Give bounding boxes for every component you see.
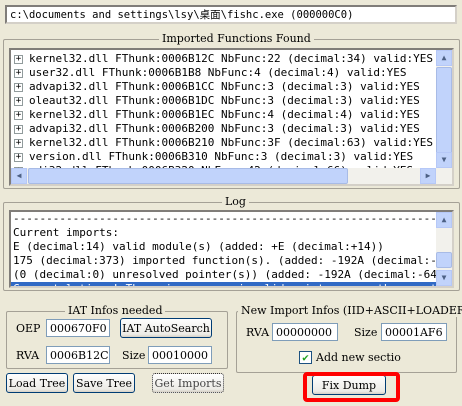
expand-plus-icon[interactable]: + [14,153,23,162]
imports-tree[interactable]: + kernel32.dll FThunk:0006B12C NbFunc:22 … [9,48,454,186]
scroll-thumb[interactable] [28,168,348,184]
iat-size-input[interactable]: 00010000 [148,346,212,364]
iat-rva-input[interactable]: 0006B12C [46,346,110,364]
import-tree-item-label: version.dll FThunk:0006B310 NbFunc:3 (de… [29,150,414,163]
imports-group-title: Imported Functions Found [159,32,314,45]
iat-group-title: IAT Infos needed [65,304,166,317]
import-tree-item[interactable]: + oleaut32.dll FThunk:0006B1DC NbFunc:3 (… [11,94,436,108]
scroll-left-icon[interactable]: ◀ [11,168,27,184]
log-lines: ----------------------------------------… [11,212,436,286]
expand-plus-icon[interactable]: + [14,111,23,120]
imports-tree-rows: + kernel32.dll FThunk:0006B12C NbFunc:22 … [11,52,436,168]
scroll-right-icon[interactable]: ▶ [420,168,436,184]
import-tree-item[interactable]: + version.dll FThunk:0006B310 NbFunc:3 (d… [11,150,436,164]
log-vertical-scrollbar[interactable]: ▲ ▼ [436,212,452,286]
save-tree-button[interactable]: Save Tree [73,373,135,393]
import-tree-item-label: user32.dll FThunk:0006B1B8 NbFunc:4 (dec… [29,66,407,79]
import-tree-item-label: kernel32.dll FThunk:0006B210 NbFunc:3F (… [29,136,433,149]
scroll-thumb[interactable] [436,67,452,155]
import-tree-item-label: kernel32.dll FThunk:0006B1EC NbFunc:4 (d… [29,108,420,121]
add-section-label: Add new sectio [316,351,401,364]
scroll-down-icon[interactable]: ▼ [436,270,452,286]
import-tree-item[interactable]: + user32.dll FThunk:0006B1B8 NbFunc:4 (de… [11,66,436,80]
scroll-down-icon[interactable]: ▼ [436,152,452,168]
iat-autosearch-button[interactable]: IAT AutoSearch [120,318,212,338]
log-group-title: Log [222,195,249,208]
import-tree-item-label: kernel32.dll FThunk:0006B12C NbFunc:22 (… [29,52,433,65]
scroll-up-icon[interactable]: ▲ [436,50,452,66]
import-tree-item[interactable]: + advapi32.dll FThunk:0006B1CC NbFunc:3 (… [11,80,436,94]
oep-input[interactable]: 000670F0 [46,319,110,337]
imports-vertical-scrollbar[interactable]: ▲ ▼ [436,50,452,168]
new-import-size-input[interactable]: 00001AF6 [381,323,447,341]
log-line[interactable]: Congratulations! There is no more invali… [11,282,436,286]
expand-plus-icon[interactable]: + [14,139,23,148]
new-import-rva-input[interactable]: 00000000 [272,323,338,341]
expand-plus-icon[interactable]: + [14,55,23,64]
get-imports-button[interactable]: Get Imports [152,373,224,393]
import-tree-item[interactable]: + kernel32.dll FThunk:0006B1EC NbFunc:4 (… [11,108,436,122]
import-tree-item-label: advapi32.dll FThunk:0006B200 NbFunc:3 (d… [29,122,420,135]
import-tree-item[interactable]: + advapi32.dll FThunk:0006B200 NbFunc:3 (… [11,122,436,136]
import-tree-item[interactable]: + kernel32.dll FThunk:0006B12C NbFunc:22 … [11,52,436,66]
expand-plus-icon[interactable]: + [14,97,23,106]
oep-label: OEP [16,322,41,335]
log-line[interactable]: E (decimal:14) valid module(s) (added: +… [11,240,436,254]
iat-rva-label: RVA [16,349,40,362]
load-tree-button[interactable]: Load Tree [6,373,68,393]
scroll-up-icon[interactable]: ▲ [436,212,452,228]
expand-plus-icon[interactable]: + [14,69,23,78]
log-line[interactable]: 175 (decimal:373) imported function(s). … [11,254,436,268]
add-section-checkbox[interactable]: ✔ [299,351,312,364]
new-import-size-label: Size [354,326,378,339]
log-line[interactable]: (0 (decimal:0) unresolved pointer(s)) (a… [11,268,436,282]
log-line[interactable]: ----------------------------------------… [11,212,436,226]
import-tree-item-label: oleaut32.dll FThunk:0006B1DC NbFunc:3 (d… [29,94,420,107]
scroll-thumb[interactable] [436,252,452,268]
annotation-highlight [303,372,400,402]
log-line[interactable]: Current imports: [11,226,436,240]
new-import-rva-label: RVA [246,326,270,339]
process-path-field[interactable]: c:\documents and settings\lsy\桌面\fishc.e… [5,5,457,24]
log-list[interactable]: ----------------------------------------… [9,210,454,288]
iat-size-label: Size [122,349,146,362]
import-tree-item-label: advapi32.dll FThunk:0006B1CC NbFunc:3 (d… [29,80,420,93]
expand-plus-icon[interactable]: + [14,83,23,92]
expand-plus-icon[interactable]: + [14,125,23,134]
imports-horizontal-scrollbar[interactable]: ◀ ▶ [11,168,452,184]
new-import-group-title: New Import Infos (IID+ASCII+LOADER) [238,304,462,317]
import-tree-item[interactable]: + kernel32.dll FThunk:0006B210 NbFunc:3F … [11,136,436,150]
